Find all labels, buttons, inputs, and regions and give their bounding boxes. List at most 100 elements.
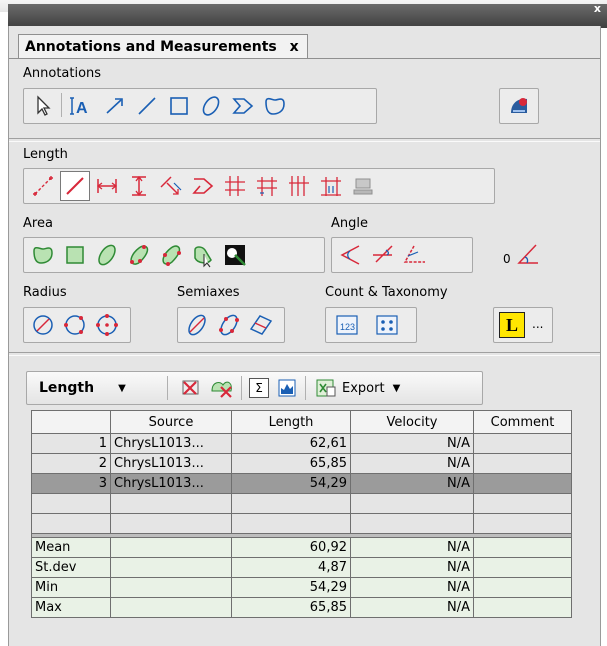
stat-comment (473, 557, 572, 578)
stat-comment (473, 537, 572, 558)
measurement-type-value: Length (39, 380, 95, 396)
length-tools-group (23, 168, 495, 204)
length-settings-icon[interactable] (348, 171, 378, 201)
semiaxes-label: Semiaxes (177, 285, 240, 300)
annotations-label: Annotations (23, 66, 102, 81)
annotation-style-icon[interactable] (504, 91, 534, 121)
auto-detect-area-icon[interactable] (220, 240, 250, 270)
row-index: 2 (31, 453, 111, 474)
export-button[interactable]: Export ▼ (315, 375, 400, 401)
empty-cell (110, 493, 232, 514)
ellipse-area-icon[interactable] (92, 240, 122, 270)
line-length-icon[interactable] (60, 171, 90, 201)
row-index: 3 (31, 473, 111, 494)
delete-all-measurements-icon[interactable] (209, 375, 235, 401)
angle-triangle-icon[interactable] (400, 240, 430, 270)
taxonomy-icon[interactable]: L (497, 310, 527, 340)
angle-zero-icon[interactable] (513, 239, 543, 269)
grid-length-icon[interactable] (220, 171, 250, 201)
horizontal-length-icon[interactable] (92, 171, 122, 201)
spline-area-icon[interactable] (156, 240, 186, 270)
export-chevron-down-icon: ▼ (392, 382, 401, 394)
semiaxes-tools-group (177, 307, 285, 343)
empty-cell (350, 513, 474, 534)
stat-length: 4,87 (231, 557, 351, 578)
chart-icon[interactable] (277, 375, 297, 401)
semiaxes-ellipse-icon[interactable] (182, 310, 212, 340)
excel-icon (316, 379, 336, 397)
table-row-new[interactable] (31, 513, 572, 534)
stat-label: Mean (31, 537, 111, 558)
header-comment[interactable]: Comment (473, 410, 572, 434)
freehand-area-icon[interactable] (28, 240, 58, 270)
point-to-point-length-icon[interactable] (28, 171, 58, 201)
sigma-icon: Σ (249, 378, 269, 398)
section-separator (9, 352, 600, 356)
stat-length: 54,29 (231, 577, 351, 598)
row-comment[interactable] (473, 433, 572, 454)
rectangle-area-icon[interactable] (60, 240, 90, 270)
stat-source (110, 577, 232, 598)
vertical-length-icon[interactable] (124, 171, 154, 201)
tab-annotations-and-measurements[interactable]: Annotations and Measurements x (18, 34, 308, 59)
row-comment[interactable] (473, 453, 572, 474)
count-points-icon[interactable] (372, 310, 402, 340)
row-source: ChrysL1013... (110, 453, 232, 474)
window-close-icon[interactable]: x (594, 2, 601, 15)
semiaxes-rectangle-icon[interactable] (246, 310, 276, 340)
row-comment[interactable] (473, 473, 572, 494)
empty-cell (31, 493, 111, 514)
taxonomy-tools-group: L ... (493, 307, 553, 343)
angle-zero-value: 0 (503, 252, 511, 266)
empty-cell (350, 493, 474, 514)
angle-three-point-icon[interactable] (336, 240, 366, 270)
tab-underline (9, 58, 600, 59)
table-row[interactable]: 1 ChrysL1013... 62,61 N/A (31, 433, 572, 454)
stat-source (110, 537, 232, 558)
table-row[interactable]: 2 ChrysL1013... 65,85 N/A (31, 453, 572, 474)
polyline-length-icon[interactable] (188, 171, 218, 201)
freehand-annotation-icon[interactable] (260, 91, 290, 121)
measurement-type-dropdown[interactable]: Length ▼ (39, 375, 126, 401)
multi-line-length-icon[interactable] (252, 171, 282, 201)
taxonomy-more-button[interactable]: ... (532, 317, 543, 331)
header-length[interactable]: Length (231, 410, 351, 434)
tab-title: Annotations and Measurements (25, 39, 277, 55)
radius-multi-point-icon[interactable] (92, 310, 122, 340)
line-annotation-icon[interactable] (132, 91, 162, 121)
stat-row-mean: Mean 60,92 N/A (31, 537, 572, 558)
semiaxes-points-icon[interactable] (214, 310, 244, 340)
table-row-empty[interactable] (31, 493, 572, 514)
ellipse-annotation-icon[interactable] (196, 91, 226, 121)
angle-tools-group (331, 237, 473, 273)
angle-two-line-icon[interactable] (368, 240, 398, 270)
tab-close-icon[interactable]: x (290, 39, 299, 55)
count-numbered-icon[interactable]: 123 (332, 310, 362, 340)
hash-length-icon[interactable] (316, 171, 346, 201)
delete-measurement-icon[interactable] (179, 375, 201, 401)
pointer-icon[interactable] (28, 91, 58, 121)
perpendicular-length-icon[interactable] (156, 171, 186, 201)
statistics-toggle-button[interactable]: Σ (249, 375, 269, 401)
polygon-annotation-icon[interactable] (228, 91, 258, 121)
row-velocity: N/A (350, 453, 474, 474)
magic-area-icon[interactable] (188, 240, 218, 270)
separator (61, 93, 62, 117)
taxonomy-letter: L (499, 312, 525, 338)
table-row-selected[interactable]: 3 ChrysL1013... 54,29 N/A (31, 473, 572, 494)
rectangle-annotation-icon[interactable] (164, 91, 194, 121)
stat-velocity: N/A (350, 577, 474, 598)
row-source: ChrysL1013... (110, 473, 232, 494)
radius-three-point-icon[interactable] (60, 310, 90, 340)
arrow-annotation-icon[interactable] (100, 91, 130, 121)
header-source[interactable]: Source (110, 410, 232, 434)
chevron-down-icon: ▼ (118, 382, 126, 394)
stat-row-stdev: St.dev 4,87 N/A (31, 557, 572, 578)
stat-comment (473, 597, 572, 618)
parallel-length-icon[interactable] (284, 171, 314, 201)
text-annotation-icon[interactable]: A (66, 91, 96, 121)
header-velocity[interactable]: Velocity (350, 410, 474, 434)
stat-row-min: Min 54,29 N/A (31, 577, 572, 598)
polygon-area-icon[interactable] (124, 240, 154, 270)
radius-center-icon[interactable] (28, 310, 58, 340)
